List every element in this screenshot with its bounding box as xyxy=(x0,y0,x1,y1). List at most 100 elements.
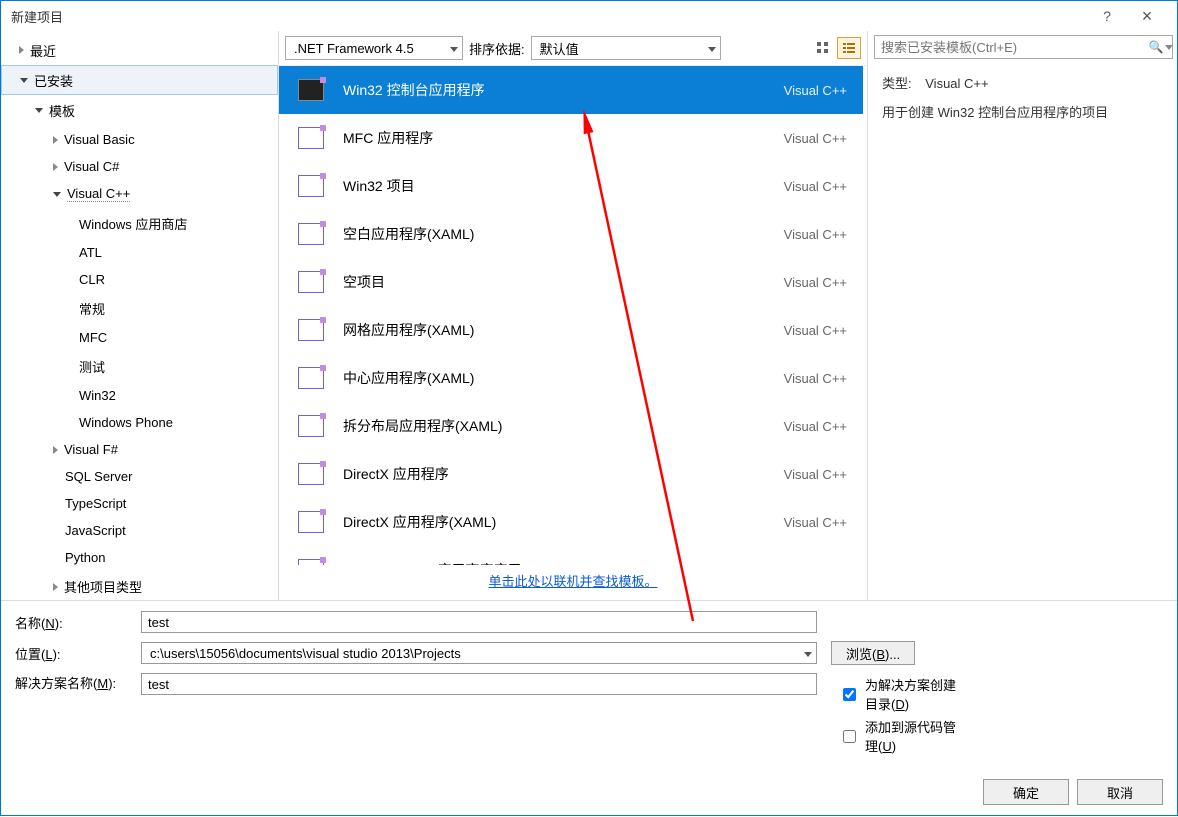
online-search-link[interactable]: 单击此处以联机并查找模板。 xyxy=(488,574,657,589)
template-description: 类型: Visual C++ 用于创建 Win32 控制台应用程序的项目 xyxy=(868,59,1177,121)
name-input[interactable] xyxy=(141,611,817,633)
chevron-down-icon xyxy=(442,41,458,56)
dialog-window: 新建项目 ? × 最近 已安装 模板 Visual Basic Visual C… xyxy=(0,0,1178,816)
chevron-down-icon xyxy=(20,78,28,83)
template-name: DirectX 应用程序 xyxy=(343,464,768,484)
template-icon xyxy=(295,460,327,488)
template-item[interactable]: MFC 应用程序Visual C++ xyxy=(279,114,863,162)
template-lang: Visual C++ xyxy=(784,83,847,98)
help-button[interactable]: ? xyxy=(1087,8,1127,24)
template-lang: Visual C++ xyxy=(784,419,847,434)
template-list: Win32 控制台应用程序 Visual C++ MFC 应用程序Visual C+… xyxy=(279,65,867,565)
checkbox-group: 为解决方案创建目录(D) 添加到源代码管理(U) xyxy=(839,673,959,755)
template-name: 拆分布局应用程序(XAML) xyxy=(343,416,768,436)
online-search-link-row: 单击此处以联机并查找模板。 xyxy=(279,565,867,600)
template-lang: Visual C++ xyxy=(784,467,847,482)
template-name: 中心应用程序(XAML) xyxy=(343,368,768,388)
browse-button[interactable]: 浏览(B)... xyxy=(831,641,915,665)
vcpp-label: Visual C++ xyxy=(67,186,130,202)
template-panel: .NET Framework 4.5 排序依据: 默认值 xyxy=(279,31,867,600)
category-tree[interactable]: 最近 已安装 模板 Visual Basic Visual C# Visual … xyxy=(1,31,279,600)
template-name: Win32 项目 xyxy=(343,176,768,196)
recent-section[interactable]: 最近 xyxy=(1,35,278,65)
solution-input[interactable] xyxy=(141,673,817,695)
chevron-right-icon xyxy=(53,583,58,591)
template-item[interactable]: DirectX 应用程序 Visual C++ xyxy=(279,450,863,498)
installed-section[interactable]: 已安装 xyxy=(1,65,278,95)
other-label: 其他项目类型 xyxy=(64,577,142,596)
solution-label: 解决方案名称(M): xyxy=(15,673,135,692)
template-item[interactable]: 拆分布局应用程序(XAML) Visual C++ xyxy=(279,402,863,450)
checkbox-icon[interactable] xyxy=(843,730,856,743)
sql-label: SQL Server xyxy=(65,469,132,484)
tree-leaf[interactable]: 测试 xyxy=(1,351,278,382)
ts-node[interactable]: TypeScript xyxy=(1,490,278,517)
js-label: JavaScript xyxy=(65,523,126,538)
ok-button[interactable]: 确定 xyxy=(983,779,1069,805)
name-row: 名称(N): xyxy=(15,611,1163,633)
template-name: Win32 控制台应用程序 xyxy=(343,80,768,100)
sql-node[interactable]: SQL Server xyxy=(1,463,278,490)
template-lang: Visual C++ xyxy=(784,227,847,242)
template-item[interactable]: Win32 控制台应用程序 Visual C++ xyxy=(279,66,863,114)
cancel-button[interactable]: 取消 xyxy=(1077,779,1163,805)
vcpp-node[interactable]: Visual C++ xyxy=(1,180,278,208)
tree-leaf[interactable]: Win32 xyxy=(1,382,278,409)
chevron-down-icon xyxy=(796,646,812,661)
chevron-right-icon xyxy=(19,46,24,54)
template-lang: Visual C++ xyxy=(784,179,847,194)
template-scroll[interactable]: Win32 控制台应用程序 Visual C++ MFC 应用程序Visual C+… xyxy=(279,66,867,565)
vfsharp-node[interactable]: Visual F# xyxy=(1,436,278,463)
tree-leaf[interactable]: 常规 xyxy=(1,293,278,324)
grid-icon xyxy=(816,41,830,55)
tree-leaf[interactable]: Windows 应用商店 xyxy=(1,208,278,239)
list-icon xyxy=(842,41,856,55)
chevron-down-icon xyxy=(53,192,61,197)
templates-label: 模板 xyxy=(49,101,75,120)
type-value: Visual C++ xyxy=(925,76,988,91)
template-item[interactable]: DLL (Windows 应用商店应用)Visual C++ xyxy=(279,546,863,565)
templates-node[interactable]: 模板 xyxy=(1,95,278,126)
close-button[interactable]: × xyxy=(1127,6,1167,27)
tree-leaf-label: ATL xyxy=(79,245,102,260)
chevron-down-icon xyxy=(700,41,716,56)
tree-leaf[interactable]: MFC xyxy=(1,324,278,351)
location-input[interactable]: c:\users\15056\documents\visual studio 2… xyxy=(141,642,817,664)
template-icon xyxy=(295,316,327,344)
template-name: 空项目 xyxy=(343,272,768,292)
tree-leaf-label: Windows 应用商店 xyxy=(79,214,187,233)
view-buttons xyxy=(811,37,861,59)
template-lang: Visual C++ xyxy=(784,275,847,290)
template-icon xyxy=(295,76,327,104)
template-item[interactable]: DirectX 应用程序(XAML)Visual C++ xyxy=(279,498,863,546)
form-area: 名称(N): 位置(L): c:\users\15056\documents\v… xyxy=(1,600,1177,773)
sort-combo[interactable]: 默认值 xyxy=(531,36,721,60)
vcsharp-node[interactable]: Visual C# xyxy=(1,153,278,180)
search-icon[interactable]: 🔍 xyxy=(1151,35,1171,59)
search-input[interactable] xyxy=(874,35,1173,59)
source-control-checkbox[interactable]: 添加到源代码管理(U) xyxy=(839,717,959,755)
installed-label: 已安装 xyxy=(34,71,73,90)
vb-node[interactable]: Visual Basic xyxy=(1,126,278,153)
template-item[interactable]: 网格应用程序(XAML)Visual C++ xyxy=(279,306,863,354)
tree-leaf[interactable]: Windows Phone xyxy=(1,409,278,436)
other-node[interactable]: 其他项目类型 xyxy=(1,571,278,600)
window-title: 新建项目 xyxy=(11,7,1087,26)
template-item[interactable]: 空项目 Visual C++ xyxy=(279,258,863,306)
create-dir-checkbox[interactable]: 为解决方案创建目录(D) xyxy=(839,675,959,713)
grid-view-button[interactable] xyxy=(811,37,835,59)
checkbox-icon[interactable] xyxy=(843,688,856,701)
tree-leaf[interactable]: CLR xyxy=(1,266,278,293)
framework-value: .NET Framework 4.5 xyxy=(294,41,414,56)
tree-leaf[interactable]: ATL xyxy=(1,239,278,266)
js-node[interactable]: JavaScript xyxy=(1,517,278,544)
search-box: 🔍 xyxy=(874,35,1171,59)
template-item[interactable]: 中心应用程序(XAML)Visual C++ xyxy=(279,354,863,402)
tree-leaf-label: 测试 xyxy=(79,357,105,376)
list-view-button[interactable] xyxy=(837,37,861,59)
framework-combo[interactable]: .NET Framework 4.5 xyxy=(285,36,463,60)
py-node[interactable]: Python xyxy=(1,544,278,571)
template-item[interactable]: Win32 项目 Visual C++ xyxy=(279,162,863,210)
template-item[interactable]: 空白应用程序(XAML)Visual C++ xyxy=(279,210,863,258)
location-label: 位置(L): xyxy=(15,644,135,663)
